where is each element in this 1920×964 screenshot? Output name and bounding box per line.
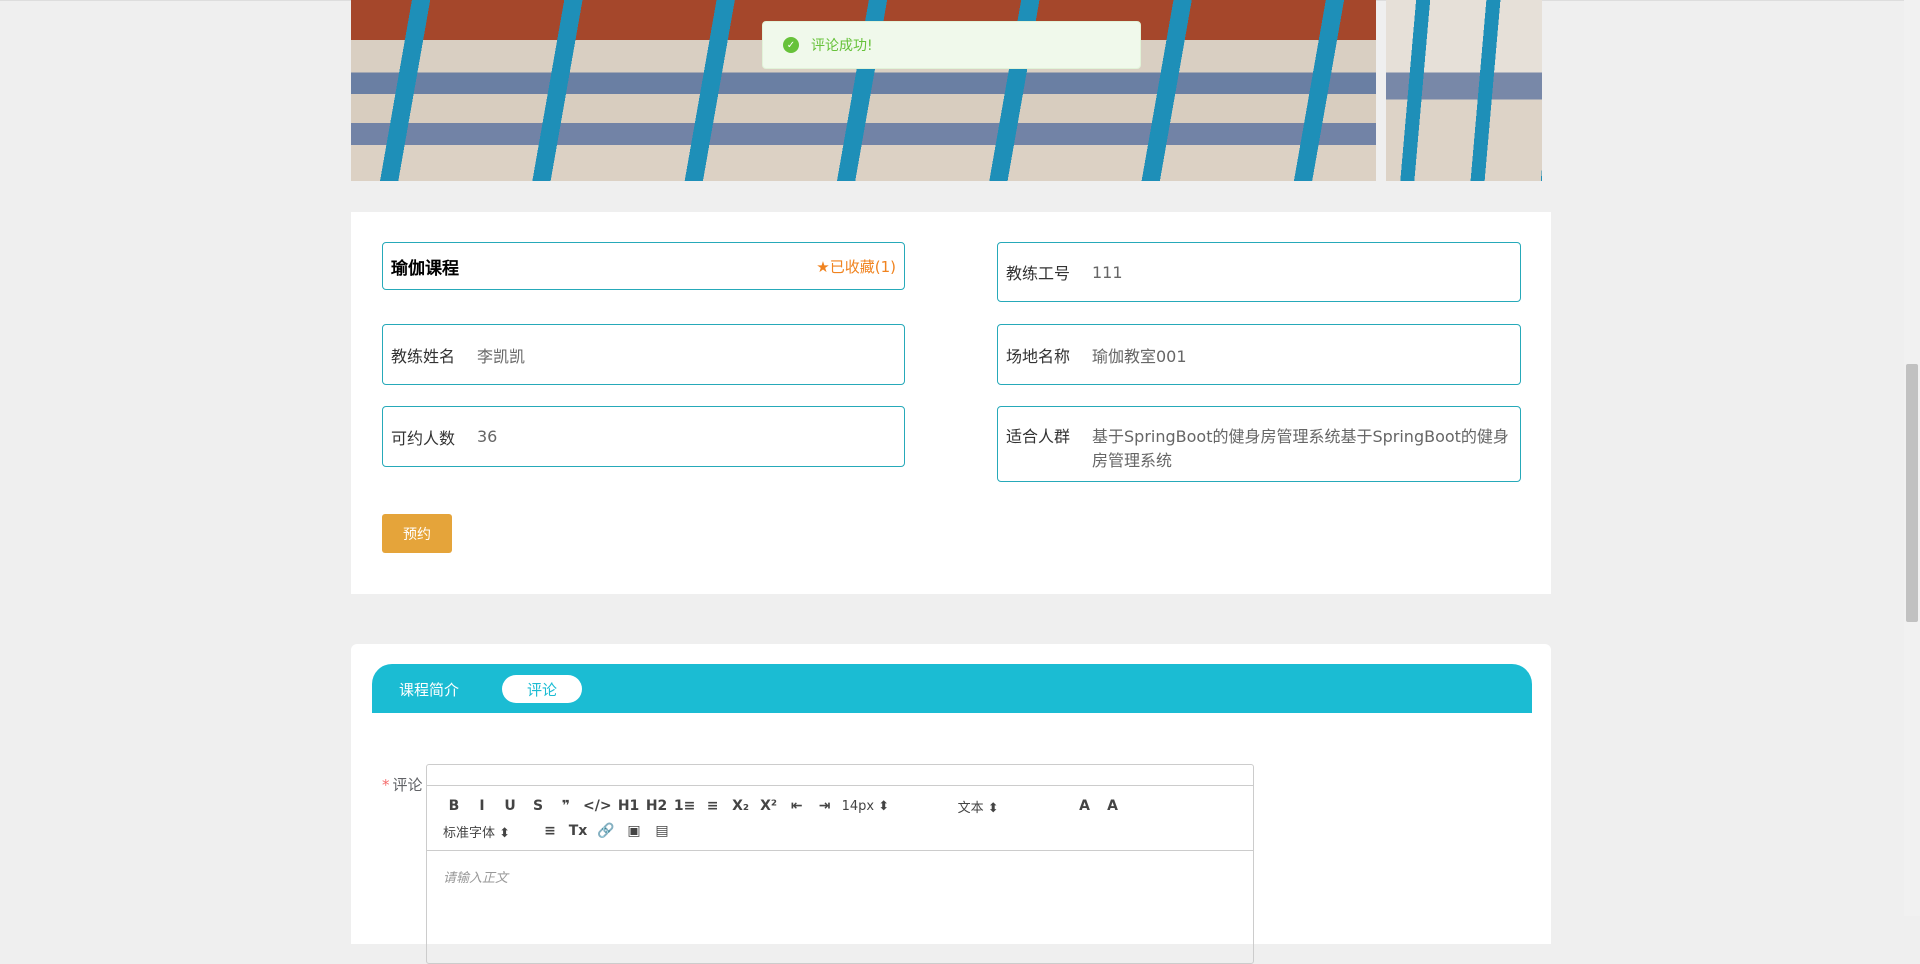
align-button[interactable]: ≡ bbox=[539, 823, 561, 839]
image-button[interactable]: ▣ bbox=[623, 823, 645, 839]
scrollbar-thumb[interactable] bbox=[1906, 364, 1918, 622]
size-select[interactable]: 14px ⬍ bbox=[842, 799, 952, 814]
favorite-button[interactable]: ★已收藏(1) bbox=[816, 256, 896, 277]
success-toast: ✓ 评论成功! bbox=[762, 21, 1141, 69]
toast-message: 评论成功! bbox=[811, 38, 873, 54]
background-button[interactable]: A bbox=[1102, 798, 1124, 814]
star-icon: ★ bbox=[816, 257, 830, 276]
strike-button[interactable]: S bbox=[527, 798, 549, 814]
audience-field: 适合人群 基于SpringBoot的健身房管理系统基于SpringBoot的健身房… bbox=[997, 406, 1521, 482]
link-button[interactable]: 🔗 bbox=[595, 823, 617, 839]
tab-comments[interactable]: 评论 bbox=[502, 675, 582, 703]
field-label: 适合人群 bbox=[1006, 427, 1071, 446]
course-title: 瑜伽课程 bbox=[391, 258, 459, 279]
field-value: 李凯凯 bbox=[477, 346, 526, 366]
bold-button[interactable]: B bbox=[443, 798, 465, 814]
comment-editor[interactable]: B I U S ❞ </> H1 H2 1≡ ≡ X₂ X² ⇤ ⇥ 14px ⬍ 文本 ⬍ A A 标准字体 ⬍… bbox=[426, 764, 1254, 964]
tab-course-intro[interactable]: 课程简介 bbox=[399, 675, 459, 703]
field-label: 场地名称 bbox=[1006, 346, 1071, 366]
venue-field: 场地名称 瑜伽教室001 bbox=[997, 324, 1521, 385]
book-button[interactable]: 预约 bbox=[382, 514, 452, 553]
video-button[interactable]: ▤ bbox=[651, 823, 673, 839]
coach-id-field: 教练工号 111 bbox=[997, 242, 1521, 302]
header-select[interactable]: 文本 ⬍ bbox=[958, 797, 1068, 816]
underline-button[interactable]: U bbox=[499, 798, 521, 814]
field-label: 教练姓名 bbox=[391, 346, 456, 366]
course-detail-card: 课程简介 评论 * 评论 B I U S ❞ </> H1 H2 1≡ ≡ X₂ X² ⇤ ⇥ 14px ⬍ 文… bbox=[351, 644, 1551, 964]
ordered-list-button[interactable]: 1≡ bbox=[674, 798, 696, 814]
clean-button[interactable]: Tx bbox=[567, 823, 589, 839]
course-banner-image-next bbox=[1386, 0, 1542, 181]
check-circle-icon: ✓ bbox=[783, 37, 799, 53]
subscript-button[interactable]: X₂ bbox=[730, 798, 752, 814]
field-label: 教练工号 bbox=[1006, 264, 1071, 283]
code-block-button[interactable]: </> bbox=[583, 798, 612, 814]
required-mark: * bbox=[382, 776, 390, 794]
font-select[interactable]: 标准字体 ⬍ bbox=[443, 822, 533, 841]
header-1-button[interactable]: H1 bbox=[618, 798, 640, 814]
indent-button[interactable]: ⇥ bbox=[814, 798, 836, 814]
field-value: 36 bbox=[477, 427, 498, 446]
color-button[interactable]: A bbox=[1074, 798, 1096, 814]
header-2-button[interactable]: H2 bbox=[646, 798, 668, 814]
course-title-field: 瑜伽课程 ★已收藏(1) bbox=[382, 242, 905, 290]
tab-bar: 课程简介 评论 bbox=[372, 664, 1532, 713]
coach-name-field: 教练姓名 李凯凯 bbox=[382, 324, 905, 385]
editor-placeholder[interactable]: 请输入正文 bbox=[443, 867, 508, 886]
field-value: 瑜伽教室001 bbox=[1092, 346, 1187, 366]
field-label: 可约人数 bbox=[391, 428, 456, 448]
course-info-card: 瑜伽课程 ★已收藏(1) 教练工号 111 教练姓名 李凯凯 场地名称 瑜伽教室001… bbox=[351, 212, 1551, 594]
comment-label: * 评论 bbox=[382, 774, 423, 795]
italic-button[interactable]: I bbox=[471, 798, 493, 814]
comment-label-text: 评论 bbox=[392, 776, 423, 794]
page-scrollbar[interactable] bbox=[1904, 0, 1920, 916]
blockquote-button[interactable]: ❞ bbox=[555, 798, 577, 814]
outdent-button[interactable]: ⇤ bbox=[786, 798, 808, 814]
capacity-field: 可约人数 36 bbox=[382, 406, 905, 467]
superscript-button[interactable]: X² bbox=[758, 798, 780, 814]
editor-toolbar: B I U S ❞ </> H1 H2 1≡ ≡ X₂ X² ⇤ ⇥ 14px ⬍ 文本 ⬍ A A 标准字体 ⬍… bbox=[427, 785, 1253, 851]
field-value: 基于SpringBoot的健身房管理系统基于SpringBoot的健身房管理系统 bbox=[1092, 427, 1509, 470]
bullet-list-button[interactable]: ≡ bbox=[702, 798, 724, 814]
field-value: 111 bbox=[1092, 262, 1123, 282]
